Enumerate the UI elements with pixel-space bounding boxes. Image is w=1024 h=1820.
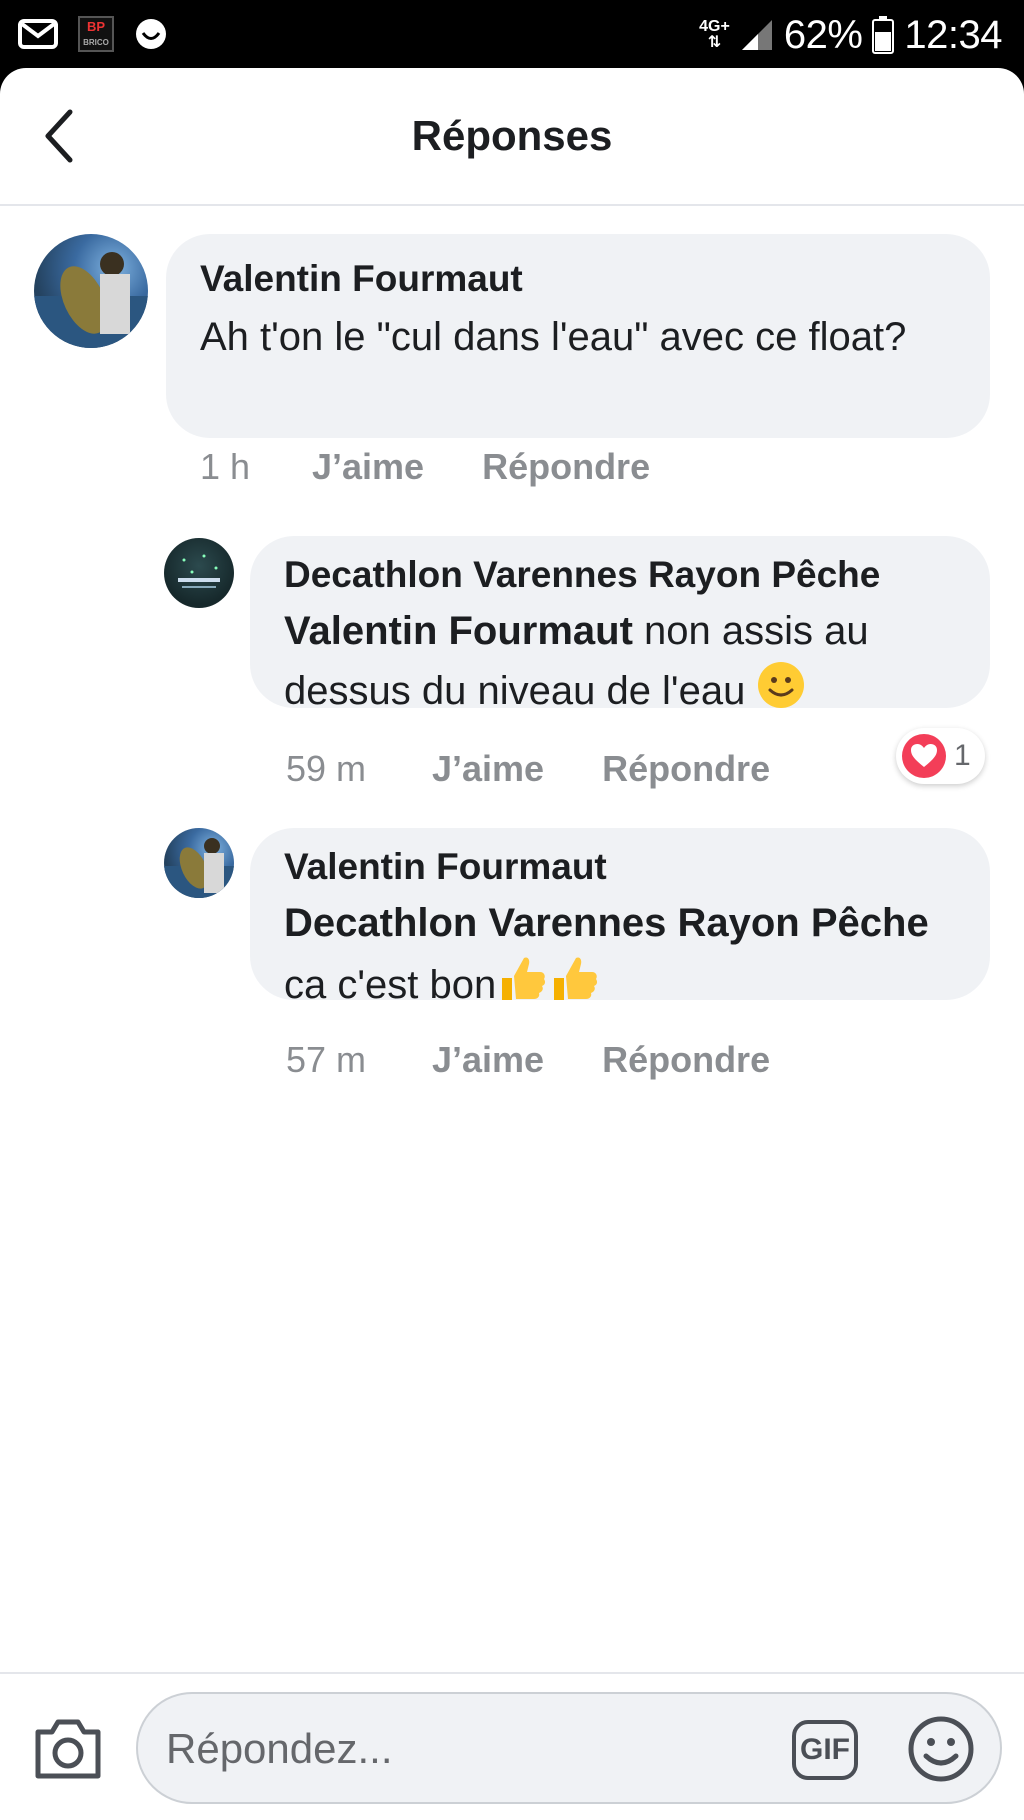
like-button[interactable]: J’aime (432, 1039, 544, 1081)
mention-link[interactable]: Valentin Fourmaut (284, 609, 633, 653)
comment-bubble[interactable]: Valentin Fourmaut Ah t'on le "cul dans l… (166, 234, 990, 438)
avatar[interactable] (164, 538, 234, 608)
avatar[interactable] (34, 234, 148, 348)
status-bar: BP BRICO 4G+ ⇅ 62% 12:34 (0, 0, 1024, 70)
replies-sheet: Réponses Valentin Fourmaut Ah t'on le "c… (0, 68, 1024, 1820)
mail-icon (18, 19, 58, 49)
comment-time: 59 m (286, 748, 367, 789)
reply-input-container: GIF (136, 1692, 1002, 1804)
comment-author[interactable]: Decathlon Varennes Rayon Pêche (284, 552, 956, 598)
reaction-badge[interactable]: 1 (896, 728, 985, 784)
comment-bubble[interactable]: Valentin Fourmaut Decathlon Varennes Ray… (250, 828, 990, 1007)
app-logo-icon: BP BRICO (78, 16, 114, 52)
reaction-count: 1 (954, 739, 971, 772)
thumbs-up-icon (502, 957, 546, 1000)
comment-bubble[interactable]: Decathlon Varennes Rayon Pêche Valentin … (250, 536, 990, 713)
battery-icon (872, 16, 895, 54)
reply-input[interactable] (166, 1716, 786, 1782)
comment-text: Decathlon Varennes Rayon Pêche ca c'est … (284, 901, 929, 1007)
reply-button[interactable]: Répondre (602, 748, 770, 790)
reply-button[interactable]: Répondre (602, 1039, 770, 1081)
heart-icon (902, 734, 946, 778)
comment-author[interactable]: Valentin Fourmaut (284, 844, 956, 890)
gif-label: GIF (800, 1733, 850, 1766)
like-button[interactable]: J’aime (432, 748, 544, 790)
comment-author[interactable]: Valentin Fourmaut (200, 256, 956, 302)
thumbs-up-icon (554, 957, 598, 1000)
comment-actions: 1 h J’aime Répondre (200, 442, 650, 492)
fish-photo-icon (164, 838, 234, 898)
smiley-notification-icon (136, 19, 166, 49)
gif-button[interactable]: GIF (792, 1720, 858, 1780)
system-icons: 4G+ ⇅ 62% 12:34 (699, 10, 1002, 60)
like-button[interactable]: J’aime (312, 446, 424, 488)
page-title: Réponses (411, 112, 613, 159)
network-indicator: 4G+ ⇅ (699, 18, 730, 51)
slightly-smiling-face-icon (758, 662, 805, 708)
notification-icons: BP BRICO (18, 14, 168, 54)
clock: 12:34 (904, 12, 1002, 57)
battery-percent: 62% (783, 12, 863, 57)
fish-photo-icon (34, 252, 148, 348)
camera-icon (35, 1719, 101, 1779)
comment-text: Valentin Fourmaut non assis au dessus du… (284, 609, 869, 713)
emoji-button[interactable] (906, 1714, 976, 1784)
comment-actions: 59 m J’aime Répondre (286, 744, 770, 794)
camera-button[interactable] (32, 1714, 104, 1782)
smiley-icon (908, 1716, 974, 1782)
reply-composer: GIF (0, 1672, 1024, 1820)
avatar[interactable] (164, 828, 234, 898)
reply-button[interactable]: Répondre (482, 446, 650, 488)
mention-link[interactable]: Decathlon Varennes Rayon Pêche (284, 901, 929, 945)
page-logo-icon (178, 554, 220, 588)
signal-icon (741, 20, 772, 50)
header: Réponses (0, 68, 1024, 206)
comment-actions: 57 m J’aime Répondre (286, 1035, 770, 1085)
comment-time: 57 m (286, 1039, 367, 1080)
comment-time: 1 h (200, 446, 251, 487)
comment-text: Ah t'on le "cul dans l'eau" avec ce floa… (200, 315, 907, 359)
